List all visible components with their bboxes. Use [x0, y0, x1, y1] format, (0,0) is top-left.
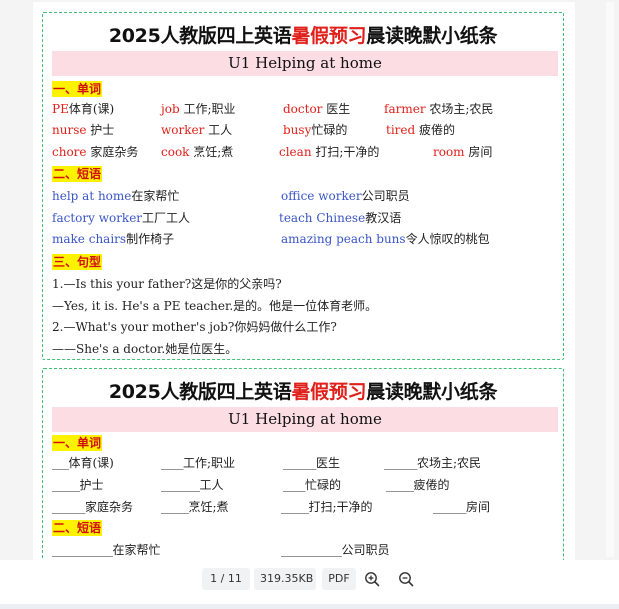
phrase-row: factory worker工厂工人 teach Chinese教汉语 [52, 211, 402, 225]
note-card-dictation: 2025人教版四上英语暑假预习晨读晚默小纸条 U1 Helping at hom… [42, 368, 564, 562]
sentence-line: ——She's a doctor.她是位医生。 [52, 342, 238, 356]
bottom-strip [0, 604, 619, 609]
note-card-answers: 2025人教版四上英语暑假预习晨读晚默小纸条 U1 Helping at hom… [42, 12, 564, 360]
section-words: 一、单词 [52, 435, 103, 451]
sentence-line: 2.—What's your mother's job?你妈妈做什么工作? [52, 320, 337, 334]
word-row: chore 家庭杂务 cook 烹饪;煮 clean 打扫;干净的 room 房… [52, 145, 493, 159]
scrollbar[interactable] [606, 2, 614, 557]
word-row: nurse 护士 worker 工人 busy忙碌的 tired 疲倦的 [52, 123, 456, 137]
card-title: 2025人教版四上英语暑假预习晨读晚默小纸条 [108, 381, 498, 403]
zoom-out-icon [399, 572, 414, 587]
zoom-in-button[interactable] [362, 569, 382, 589]
pdf-page: 2025人教版四上英语暑假预习晨读晚默小纸条 U1 Helping at hom… [33, 2, 575, 562]
file-type-badge: PDF [322, 568, 356, 590]
section-sentences: 三、句型 [52, 254, 103, 270]
word-row: ______家庭杂务 _____烹饪;煮 _____打扫;干净的 ______房… [52, 500, 491, 514]
phrase-row: make chairs制作椅子 amazing peach buns令人惊叹的桃… [52, 232, 490, 246]
section-words: 一、单词 [52, 81, 103, 97]
sentence-line: 1.—Is this your father?这是你的父亲吗? [52, 277, 282, 291]
section-phrases: 二、短语 [52, 166, 103, 182]
word-row: PE体育(课) job 工作;职业 doctor 医生 farmer 农场主;农… [52, 102, 494, 116]
unit-heading: U1 Helping at home [52, 407, 558, 432]
unit-heading: U1 Helping at home [52, 51, 558, 76]
zoom-out-button[interactable] [396, 569, 416, 589]
section-phrases: 二、短语 [52, 520, 103, 536]
viewer-toolbar: 1 / 11 319.35KB PDF [0, 560, 619, 609]
phrase-row: help at home在家帮忙 office worker公司职员 [52, 189, 410, 203]
file-size: 319.35KB [254, 568, 316, 590]
phrase-row: ___________在家帮忙 ___________公司职员 [52, 543, 390, 557]
word-row: ___体育(课) ____工作;职业 ______医生 ______农场主;农民 [52, 456, 482, 470]
sentence-line: —Yes, it is. He's a PE teacher.是的。他是一位体育… [52, 299, 378, 313]
card-title: 2025人教版四上英语暑假预习晨读晚默小纸条 [108, 25, 498, 47]
zoom-in-icon [365, 572, 380, 587]
word-row: _____护士 _______工人 ____忙碌的 _____疲倦的 [52, 478, 450, 492]
page-indicator[interactable]: 1 / 11 [202, 568, 250, 590]
